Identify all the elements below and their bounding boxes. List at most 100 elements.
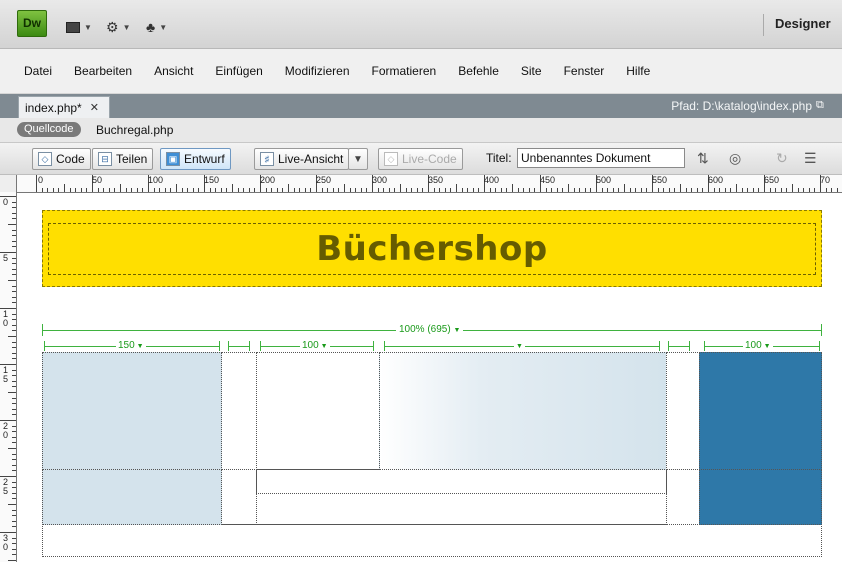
- title-input[interactable]: [517, 148, 685, 168]
- split-icon: ⊟: [98, 152, 112, 166]
- ruler-label: 20: [3, 421, 9, 440]
- column-width-tick: [659, 341, 660, 351]
- menu-datei[interactable]: Datei: [24, 64, 52, 78]
- column-width-label[interactable]: 100 ▼: [743, 340, 773, 351]
- chevron-down-icon: ▼: [84, 22, 92, 32]
- gear-icon: ⚙: [106, 18, 119, 35]
- menu-hilfe[interactable]: Hilfe: [626, 64, 650, 78]
- chevron-down-icon: ▼: [134, 343, 144, 350]
- chevron-down-icon: ▼: [453, 327, 461, 334]
- table-width-label[interactable]: 100% (695) ▼: [396, 324, 464, 335]
- table-cell[interactable]: [256, 469, 667, 494]
- ruler-label: 0: [38, 175, 44, 185]
- column-width-label[interactable]: 100 ▼: [300, 340, 330, 351]
- ruler-label: 450: [540, 175, 556, 185]
- document-tab[interactable]: index.php* ✕: [18, 96, 110, 118]
- code-view-button[interactable]: ◇ Code: [32, 148, 91, 170]
- browser-preview-icon[interactable]: ◎: [729, 150, 741, 167]
- menu-fenster[interactable]: Fenster: [564, 64, 605, 78]
- table-cell[interactable]: [221, 352, 257, 470]
- menu-formatieren[interactable]: Formatieren: [372, 64, 437, 78]
- design-view-button[interactable]: ▣ Entwurf: [160, 148, 231, 170]
- table-cell[interactable]: [699, 352, 822, 470]
- live-view-icon: ♯: [260, 152, 274, 166]
- table-cell[interactable]: [42, 352, 222, 470]
- table-cell[interactable]: [42, 469, 222, 525]
- menu-ansicht[interactable]: Ansicht: [154, 64, 193, 78]
- ruler-label: 15: [3, 365, 9, 384]
- split-view-button[interactable]: ⊟ Teilen: [92, 148, 154, 170]
- column-width-tick: [668, 341, 669, 351]
- live-code-button[interactable]: ◇ Live-Code: [378, 148, 463, 170]
- column-width-tick: [219, 341, 220, 351]
- toolbar-divider: [763, 14, 764, 36]
- ruler-label: 300: [372, 175, 388, 185]
- chevron-down-icon: ▼: [159, 22, 168, 32]
- ruler-label: 350: [428, 175, 444, 185]
- chevron-down-icon: ▼: [353, 153, 363, 165]
- ruler-label: 550: [652, 175, 668, 185]
- title-label: Titel:: [486, 151, 512, 165]
- table-cell[interactable]: [666, 352, 700, 470]
- workspace-switcher[interactable]: Designer: [775, 16, 831, 31]
- site-menu[interactable]: ♣ ▼: [146, 19, 168, 35]
- ruler-label: 5: [3, 253, 9, 263]
- ruler-label: 500: [596, 175, 612, 185]
- refresh-icon[interactable]: ↻: [776, 150, 788, 167]
- column-width-tick: [689, 341, 690, 351]
- table-cell[interactable]: [221, 469, 257, 525]
- sitemap-icon: ♣: [146, 19, 156, 35]
- code-view-label: Code: [56, 152, 85, 166]
- horizontal-ruler: 0 50 100 150 200 250 300 350 400 450 500…: [0, 175, 842, 193]
- chevron-down-icon: ▼: [122, 22, 131, 32]
- extensions-menu[interactable]: ⚙ ▼: [106, 18, 131, 35]
- table-cell[interactable]: [699, 469, 822, 525]
- source-code-button[interactable]: Quellcode: [17, 122, 81, 137]
- ruler-label: 0: [3, 197, 9, 207]
- layout-icon: [66, 21, 80, 33]
- chevron-down-icon: ▼: [761, 343, 771, 350]
- ruler-label: 600: [708, 175, 724, 185]
- column-width-tick: [249, 341, 250, 351]
- table-cell[interactable]: [256, 352, 380, 470]
- close-icon[interactable]: ✕: [90, 101, 99, 114]
- menu-befehle[interactable]: Befehle: [458, 64, 499, 78]
- menu-bar: Datei Bearbeiten Ansicht Einfügen Modifi…: [0, 49, 842, 94]
- ruler-label: 10: [3, 309, 9, 328]
- table-cell[interactable]: [256, 493, 667, 525]
- chevron-down-icon: ▼: [318, 343, 328, 350]
- table-cell[interactable]: [379, 352, 667, 470]
- related-file-link[interactable]: Buchregal.php: [96, 123, 173, 137]
- page-heading[interactable]: Büchershop: [316, 229, 547, 269]
- column-width-dropdown[interactable]: ▼: [514, 340, 525, 351]
- table-width-value: 100% (695): [399, 324, 451, 335]
- header-inner-div[interactable]: Büchershop: [48, 223, 816, 275]
- table-width-guide-end: [821, 324, 822, 336]
- ruler-label: 400: [484, 175, 500, 185]
- live-view-dropdown[interactable]: ▼: [348, 148, 368, 170]
- document-tab-label: index.php*: [25, 100, 82, 115]
- column-width-tick: [373, 341, 374, 351]
- live-view-button[interactable]: ♯ Live-Ansicht: [254, 148, 350, 170]
- menu-site[interactable]: Site: [521, 64, 542, 78]
- table-cell[interactable]: [666, 469, 700, 525]
- code-icon: ◇: [38, 152, 52, 166]
- file-path: Pfad: D:\katalog\index.php: [671, 99, 812, 113]
- menu-bearbeiten[interactable]: Bearbeiten: [74, 64, 132, 78]
- column-width-value: 150: [118, 340, 135, 351]
- file-transfer-icon[interactable]: ⇅: [697, 150, 709, 167]
- table-width-guide-start: [42, 324, 43, 336]
- column-width-guide: [228, 346, 250, 347]
- layout-menu[interactable]: ▼: [66, 20, 92, 34]
- column-width-label[interactable]: 150 ▼: [116, 340, 146, 351]
- ruler-label: 30: [3, 533, 9, 552]
- menu-einfuegen[interactable]: Einfügen: [215, 64, 262, 78]
- footer-div[interactable]: [42, 524, 822, 557]
- ruler-label: 25: [3, 477, 9, 496]
- visual-aids-icon[interactable]: ☰: [804, 150, 817, 167]
- design-icon: ▣: [166, 152, 180, 166]
- ruler-origin[interactable]: [0, 175, 17, 193]
- menu-modifizieren[interactable]: Modifizieren: [285, 64, 350, 78]
- restore-window-icon[interactable]: ⧉: [816, 100, 827, 111]
- split-view-label: Teilen: [116, 152, 148, 166]
